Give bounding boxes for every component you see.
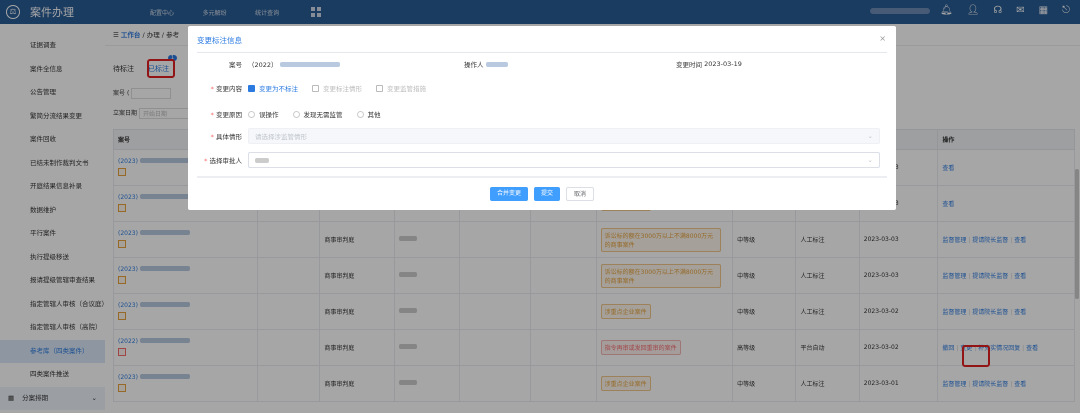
submit-button[interactable]: 提交: [533, 187, 560, 201]
cancel-button[interactable]: 取消: [566, 187, 595, 201]
dialog-title: 变更标注信息: [197, 36, 242, 45]
operator-label: 操作人: [464, 61, 484, 69]
chevron-down-icon: ⌄: [867, 132, 873, 140]
detail-label: 具体情形: [216, 133, 242, 141]
case-label: 案号: [229, 61, 242, 69]
radio-misoperation[interactable]: 误操作: [248, 109, 279, 119]
reason-label: 变更原因: [216, 111, 242, 119]
content-label: 变更内容: [216, 85, 242, 93]
radio-no-supervision[interactable]: 发现无需监管: [292, 109, 343, 119]
checkbox-change-situation[interactable]: 变更标注情形: [312, 83, 362, 93]
chevron-down-icon: ⌄: [867, 156, 873, 164]
checkbox-change-measure[interactable]: 变更监管措施: [376, 83, 426, 93]
checkbox-no-annotation[interactable]: 变更为不标注: [248, 83, 298, 93]
close-icon[interactable]: ×: [879, 34, 886, 43]
approver-select[interactable]: ⌄: [248, 152, 880, 168]
case-number: （2022）: [248, 59, 340, 69]
change-time-label: 变更时间: [676, 61, 702, 69]
approver-label: 选择审批人: [209, 157, 243, 165]
detail-select[interactable]: 请选择涉监管情形 ⌄: [248, 128, 880, 144]
radio-other[interactable]: 其他: [356, 109, 381, 119]
detail-placeholder: 请选择涉监管情形: [255, 133, 307, 141]
merge-change-button[interactable]: 合并变更: [489, 187, 528, 201]
change-annotation-dialog: 变更标注信息 × 案号 （2022） 操作人 变更时间 2023-03-19 *…: [188, 26, 896, 210]
change-time-value: 2023-03-19: [704, 60, 742, 68]
case-prefix: （2022）: [248, 61, 278, 69]
